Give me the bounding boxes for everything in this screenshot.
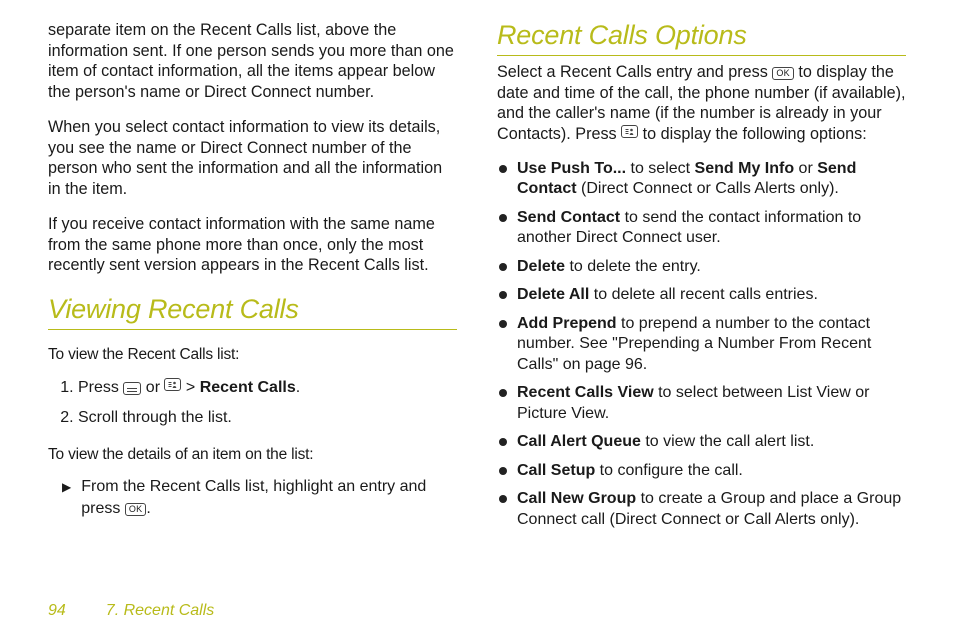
option-name: Call New Group [517,490,636,507]
paragraph: separate item on the Recent Calls list, … [48,20,457,103]
step-2: Scroll through the list. [78,406,457,430]
text-run: to view the call alert list. [641,433,814,450]
menu-key-icon [123,382,141,395]
page-number: 94 [48,602,66,620]
list-item: Call Alert Queue to view the call alert … [499,432,906,452]
right-column: Recent Calls Options Select a Recent Cal… [497,20,906,538]
step-text: or [141,379,164,396]
text-run: Select a Recent Calls entry and press [497,63,772,81]
triangle-bullet-item: ▶ From the Recent Calls list, highlight … [48,476,457,519]
list-item: Add Prepend to prepend a number to the c… [499,314,906,375]
paragraph: When you select contact information to v… [48,117,457,200]
text-run: to select [626,160,694,177]
list-item: Delete to delete the entry. [499,257,906,277]
text-run: to display the following options: [638,125,867,143]
text-run: to configure the call. [595,462,743,479]
list-item: Use Push To... to select Send My Info or… [499,159,906,200]
ok-key-icon: OK [125,503,147,516]
chapter-title: 7. Recent Calls [106,602,215,620]
contacts-key-icon [164,378,181,391]
step-text: . [296,379,300,396]
contacts-key-icon [621,125,638,138]
heading-recent-calls-options: Recent Calls Options [497,20,906,56]
list-item: Delete All to delete all recent calls en… [499,285,906,305]
text-run: (Direct Connect or Calls Alerts only). [577,180,839,197]
list-item: Recent Calls View to select between List… [499,383,906,424]
list-item: Call Setup to configure the call. [499,461,906,481]
options-bullet-list: Use Push To... to select Send My Info or… [497,159,906,530]
lead-text: To view the details of an item on the li… [48,446,457,464]
list-item: Send Contact to send the contact informa… [499,208,906,249]
step-1: Press or > Recent Calls. [78,376,457,400]
text-run: or [794,160,817,177]
lead-text: To view the Recent Calls list: [48,346,457,364]
page: separate item on the Recent Calls list, … [0,0,954,636]
option-name: Delete [517,258,565,275]
option-name: Send Contact [517,209,620,226]
option-name: Call Alert Queue [517,433,641,450]
left-column: separate item on the Recent Calls list, … [48,20,457,538]
list-item: Call New Group to create a Group and pla… [499,489,906,530]
option-name: Delete All [517,286,589,303]
steps-list: Press or > Recent Calls. Scroll through … [48,376,457,430]
page-footer: 94 7. Recent Calls [48,602,214,620]
triangle-item-text: From the Recent Calls list, highlight an… [81,476,457,519]
step-bold: Recent Calls [200,379,296,396]
step-text: Press [78,379,123,396]
options-intro: Select a Recent Calls entry and press OK… [497,62,906,145]
paragraph: If you receive contact information with … [48,214,457,276]
option-name: Use Push To... [517,160,626,177]
text-run: to delete the entry. [565,258,701,275]
option-name: Add Prepend [517,315,617,332]
step-text: > [181,379,199,396]
triangle-bullet-icon: ▶ [62,476,71,519]
text-run: . [146,500,150,517]
ok-key-icon: OK [772,67,794,80]
text-run: to delete all recent calls entries. [589,286,818,303]
option-name: Recent Calls View [517,384,654,401]
option-name: Call Setup [517,462,595,479]
option-name: Send My Info [695,160,795,177]
heading-viewing-recent-calls: Viewing Recent Calls [48,294,457,330]
columns: separate item on the Recent Calls list, … [48,20,906,538]
